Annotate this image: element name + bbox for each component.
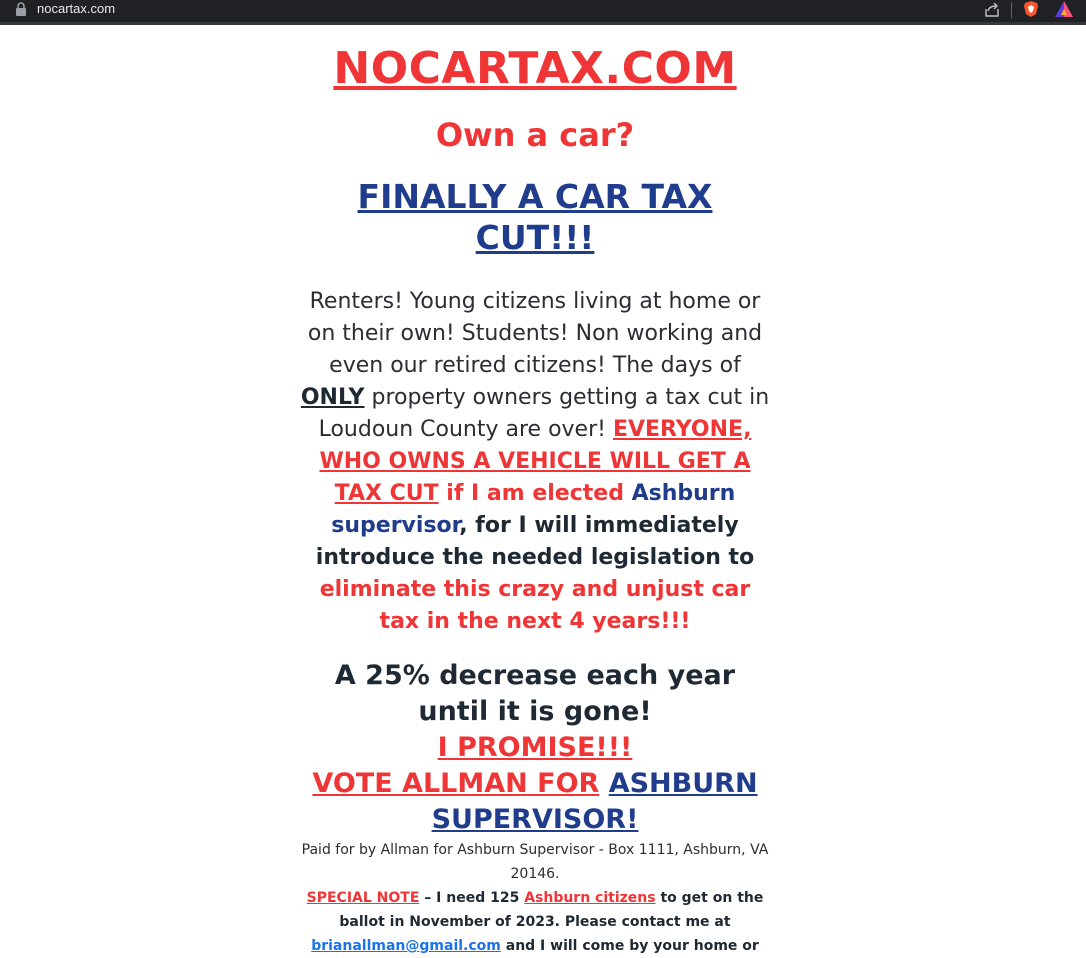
promise-link[interactable]: I PROMISE!!! [438,732,633,763]
own-car-heading: Own a car? [435,116,635,154]
intro-text: Renters! Young citizens living at home o… [307,289,763,378]
only-emphasis-link[interactable]: ONLY [301,385,365,410]
toolbar-divider [1011,2,1012,18]
vote-line: VOTE ALLMAN FOR ASHBURN SUPERVISOR! [300,766,770,838]
car-tax-cut-heading[interactable]: FINALLY A CAR TAX CUT!!! [300,176,770,258]
campaign-message: Renters! Young citizens living at home o… [300,286,770,638]
decrease-text: A 25% decrease each year until it is gon… [334,660,736,727]
if-elected-text: if I am elected [438,481,632,506]
special-note-text-1: – I need 125 [419,890,525,906]
special-note: SPECIAL NOTE – I need 125 Ashburn citize… [300,886,770,958]
main-content: NOCARTAX.COM Own a car? FINALLY A CAR TA… [300,40,770,958]
share-icon[interactable] [983,1,1001,18]
browser-address-bar: nocartax.com [0,0,1086,25]
vote-allman-link[interactable]: VOTE ALLMAN FOR [312,768,599,799]
ashburn-citizens-link[interactable]: Ashburn citizens [524,890,655,906]
url-text[interactable]: nocartax.com [37,0,115,20]
site-title-link[interactable]: NOCARTAX.COM [333,43,736,94]
brave-rewards-icon[interactable] [1054,0,1074,18]
email-link[interactable]: brianallman@gmail.com [311,938,501,954]
paid-for-disclaimer: Paid for by Allman for Ashburn Superviso… [301,842,769,882]
eliminate-tax-text: eliminate this crazy and unjust car tax … [319,577,751,634]
special-note-link[interactable]: SPECIAL NOTE [307,890,420,906]
special-note-text-3: and I will come by your home or [500,938,759,954]
lock-icon[interactable] [15,2,27,16]
promise-block: A 25% decrease each year until it is gon… [300,658,770,838]
car-tax-cut-link[interactable]: FINALLY A CAR TAX CUT!!! [358,177,713,257]
brave-shield-icon[interactable] [1022,0,1040,18]
site-title[interactable]: NOCARTAX.COM [300,40,770,98]
